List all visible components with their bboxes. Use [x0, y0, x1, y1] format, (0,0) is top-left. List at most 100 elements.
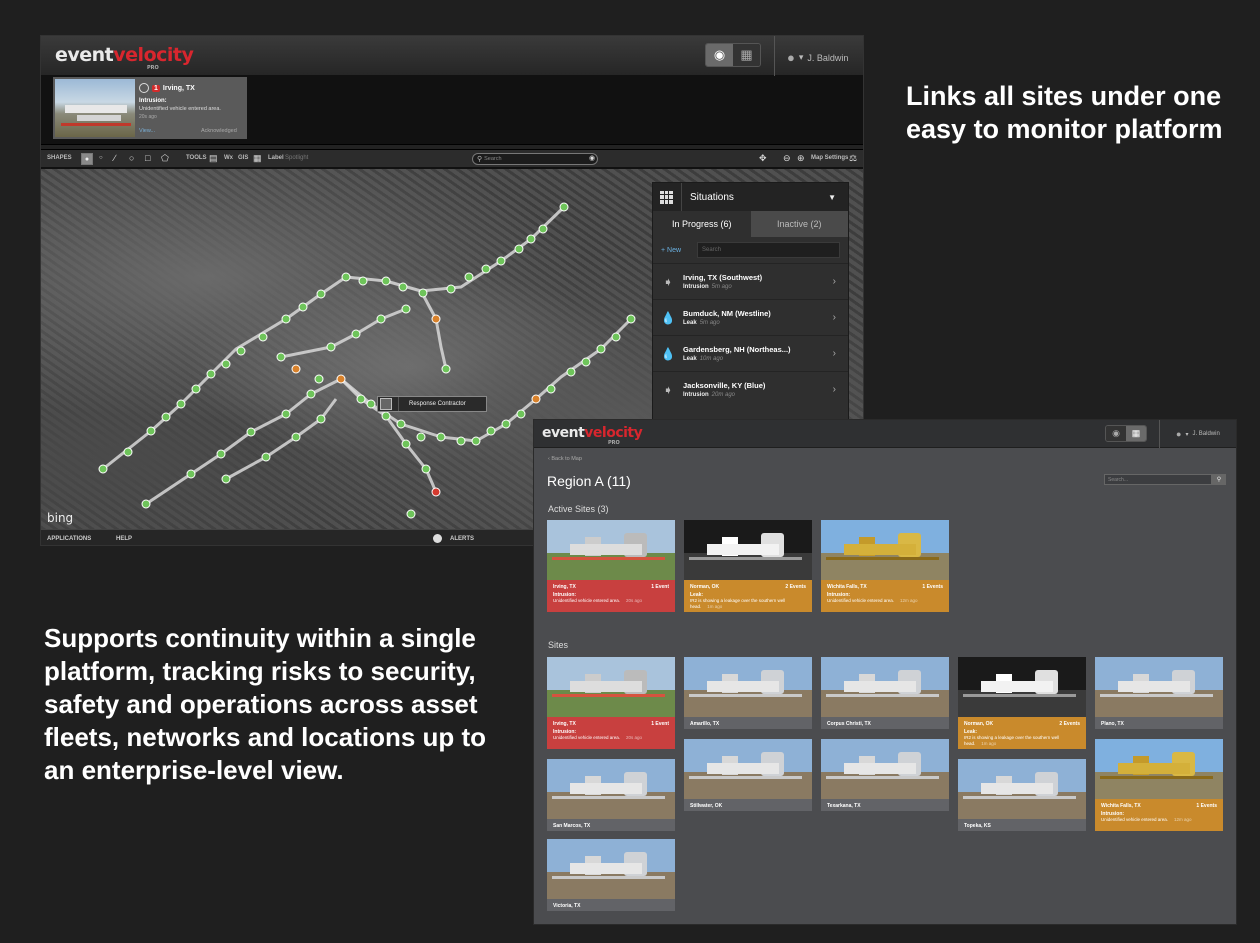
pipeline-node[interactable] — [401, 304, 411, 314]
grid-overlay-icon[interactable]: ▦ — [253, 153, 262, 164]
pipeline-node[interactable] — [546, 384, 556, 394]
site-card[interactable]: Norman, OK 2 Events Leak: IR2 is showing a … — [958, 657, 1086, 749]
pipeline-node[interactable] — [471, 436, 481, 446]
tab-in-progress[interactable]: In Progress (6) — [653, 211, 751, 237]
layers-icon[interactable]: ⚖ — [849, 153, 857, 164]
pipeline-node[interactable] — [421, 464, 431, 474]
zoom-out-icon[interactable]: ⊖ — [783, 153, 791, 164]
pipeline-node[interactable] — [176, 399, 186, 409]
situations-header[interactable]: Situations ▼ — [653, 183, 848, 211]
pipeline-node[interactable] — [538, 224, 548, 234]
event-velocity-logo[interactable]: eventvelocity PRO — [55, 44, 194, 71]
hand-tool-button[interactable]: ● — [81, 153, 93, 165]
pipeline-node[interactable] — [581, 357, 591, 367]
polygon-tool-icon[interactable]: ⬠ — [161, 153, 169, 164]
pipeline-node[interactable] — [316, 289, 326, 299]
grid-view-button[interactable]: ▦ — [1126, 426, 1146, 441]
pipeline-node[interactable] — [221, 359, 231, 369]
pipeline-node[interactable] — [559, 202, 569, 212]
pipeline-node[interactable] — [456, 436, 466, 446]
pipeline-node[interactable] — [336, 374, 346, 384]
pipeline-node[interactable] — [291, 364, 301, 374]
pipeline-node[interactable] — [186, 469, 196, 479]
site-card[interactable]: Plano, TX — [1095, 657, 1223, 729]
pipeline-node[interactable] — [351, 329, 361, 339]
pipeline-node[interactable] — [281, 409, 291, 419]
apps-grid-icon[interactable] — [660, 190, 673, 204]
pipeline-node[interactable] — [291, 432, 301, 442]
site-card[interactable]: Irving, TX 1 Event Intrusion: Unidentified … — [547, 520, 675, 612]
chevron-down-icon[interactable]: ▼ — [828, 193, 836, 202]
point-tool-icon[interactable]: ○ — [99, 155, 103, 161]
map-search-input[interactable]: ⚲ Search — [472, 153, 598, 165]
pipeline-node[interactable] — [401, 439, 411, 449]
pipeline-node[interactable] — [381, 276, 391, 286]
pipeline-node[interactable] — [566, 367, 576, 377]
pipeline-node[interactable] — [398, 282, 408, 292]
pipeline-node[interactable] — [314, 374, 324, 384]
applications-menu[interactable]: APPLICATIONS — [47, 536, 91, 542]
pipeline-node[interactable] — [446, 284, 456, 294]
pipeline-node[interactable] — [406, 509, 416, 519]
pipeline-node[interactable] — [611, 332, 621, 342]
situation-item[interactable]: ➧ Jacksonville, KY (Blue) Intrusion 20m a… — [653, 371, 848, 407]
user-menu[interactable]: ● ▾ J. Baldwin — [787, 50, 848, 65]
pipeline-node[interactable] — [276, 352, 286, 362]
pipeline-node[interactable] — [596, 344, 606, 354]
grid-view-button[interactable]: ▦ — [733, 44, 760, 66]
zoom-in-icon[interactable]: ⊕ — [797, 153, 805, 164]
pipeline-node[interactable] — [341, 272, 351, 282]
site-card[interactable]: Amarillo, TX — [684, 657, 812, 729]
alert-card[interactable]: 1 Irving, TX Intrusion: Unidentified veh… — [53, 77, 247, 139]
event-velocity-logo[interactable]: eventvelocity PRO — [542, 425, 643, 446]
help-menu[interactable]: HELP — [116, 536, 132, 542]
situations-search-input[interactable]: Search — [697, 242, 840, 258]
site-card[interactable]: Texarkana, TX — [821, 739, 949, 811]
pipeline-node[interactable] — [206, 369, 216, 379]
site-card[interactable]: Stillwater, OK — [684, 739, 812, 811]
pipeline-node[interactable] — [431, 487, 441, 497]
pipeline-node[interactable] — [516, 409, 526, 419]
pan-icon[interactable]: ✥ — [759, 153, 767, 164]
site-card[interactable]: Norman, OK 2 Events Leak: IR2 is showing a … — [684, 520, 812, 612]
pipeline-node[interactable] — [431, 314, 441, 324]
site-card[interactable]: Victoria, TX — [547, 839, 675, 911]
pipeline-node[interactable] — [496, 256, 506, 266]
pipeline-node[interactable] — [261, 452, 271, 462]
tab-inactive[interactable]: Inactive (2) — [750, 211, 848, 237]
pipeline-node[interactable] — [481, 264, 491, 274]
site-card[interactable]: Irving, TX 1 Event Intrusion: Unidentified … — [547, 657, 675, 749]
situation-item[interactable]: 💧 Gardensberg, NH (Northeas...) Leak 10m … — [653, 335, 848, 371]
pipeline-node[interactable] — [416, 432, 426, 442]
pipeline-node[interactable] — [191, 384, 201, 394]
pipeline-node[interactable] — [464, 272, 474, 282]
pipeline-node[interactable] — [216, 449, 226, 459]
pipeline-node[interactable] — [358, 276, 368, 286]
alerts-button[interactable]: ALERTS — [450, 536, 474, 542]
pipeline-node[interactable] — [246, 427, 256, 437]
back-to-map-link[interactable]: ‹ Back to Map — [548, 456, 582, 462]
pipeline-node[interactable] — [366, 399, 376, 409]
pipeline-node[interactable] — [141, 499, 151, 509]
site-card[interactable]: Wichita Falls, TX 1 Events Intrusion: Unide… — [1095, 739, 1223, 831]
circle-tool-icon[interactable]: ○ — [129, 153, 134, 163]
pipeline-node[interactable] — [501, 419, 511, 429]
pipeline-node[interactable] — [258, 332, 268, 342]
user-menu[interactable]: ● ▾ J. Baldwin — [1176, 429, 1220, 439]
region-search-input[interactable]: Search... — [1104, 474, 1212, 485]
pipeline-node[interactable] — [221, 474, 231, 484]
site-card[interactable]: Wichita Falls, TX 1 Events Intrusion: Unide… — [821, 520, 949, 612]
pipeline-node[interactable] — [146, 426, 156, 436]
new-situation-button[interactable]: + New — [661, 247, 697, 254]
pipeline-node[interactable] — [381, 411, 391, 421]
pipeline-node[interactable] — [531, 394, 541, 404]
pipeline-node[interactable] — [236, 346, 246, 356]
situation-item[interactable]: ➧ Irving, TX (Southwest) Intrusion 5m ago… — [653, 263, 848, 299]
pipeline-node[interactable] — [418, 288, 428, 298]
pipeline-node[interactable] — [123, 447, 133, 457]
pipeline-node[interactable] — [526, 234, 536, 244]
globe-view-button[interactable]: ◉ — [1106, 426, 1126, 441]
pipeline-node[interactable] — [626, 314, 636, 324]
weather-button[interactable]: Wx — [224, 155, 233, 161]
search-go-icon[interactable]: ◉ — [589, 154, 595, 162]
